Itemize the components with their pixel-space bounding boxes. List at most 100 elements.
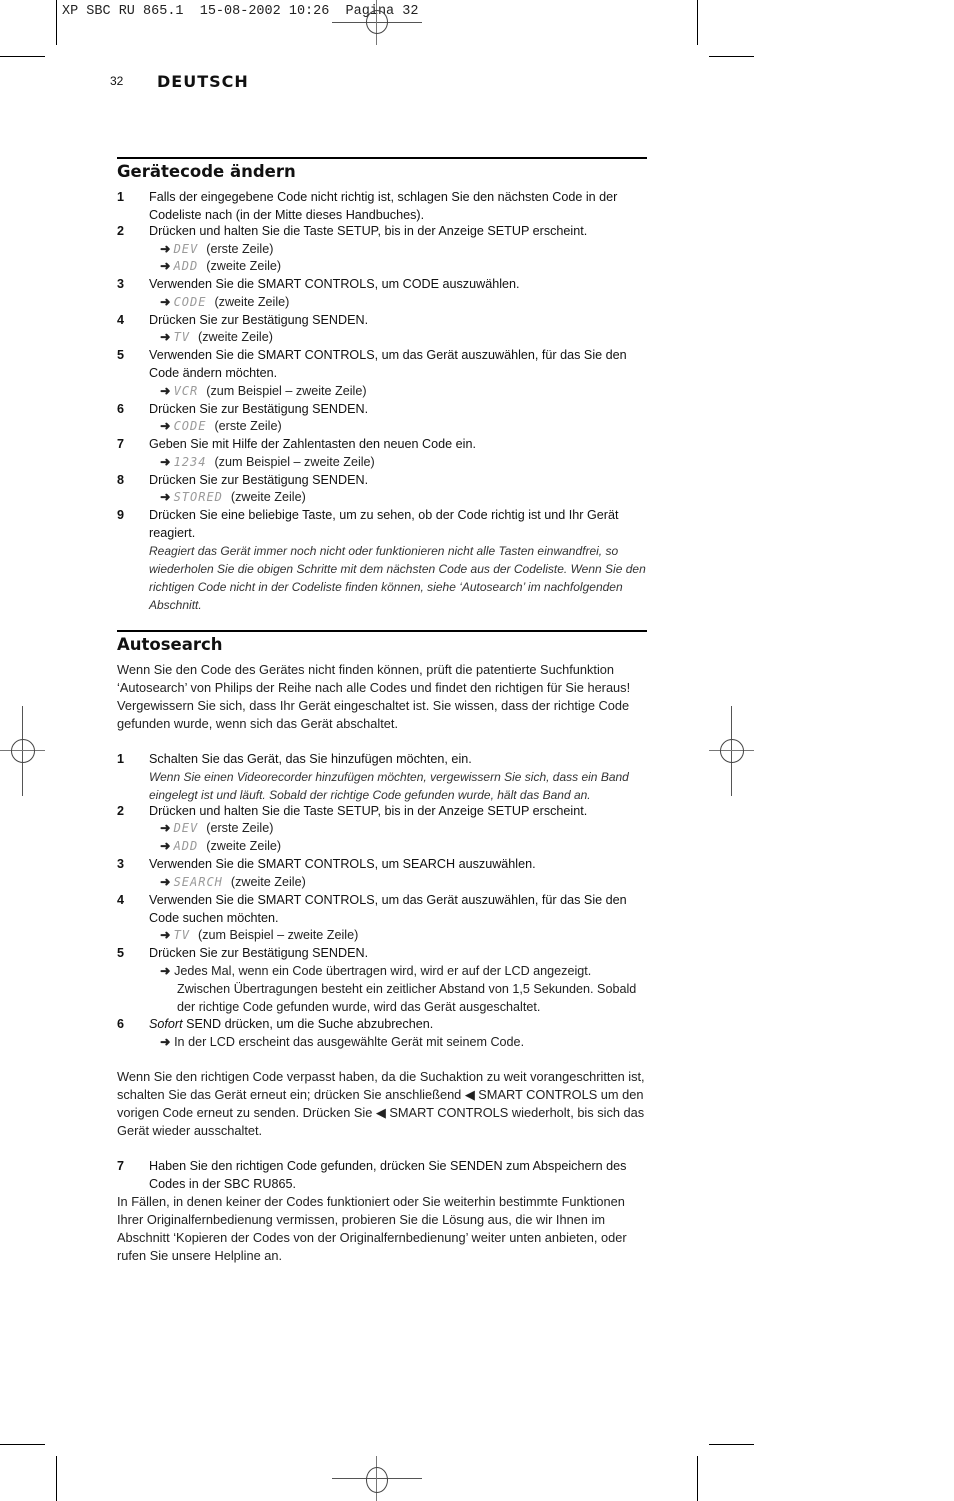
arrow-icon: ➜ bbox=[160, 821, 171, 835]
arrow-icon: ➜ bbox=[160, 384, 171, 398]
lcd-text: ADD bbox=[173, 839, 199, 853]
result-line: ➜ VCR (zum Beispiel – zweite Zeile) bbox=[160, 382, 367, 400]
step-text: Schalten Sie das Gerät, das Sie hinzufüg… bbox=[149, 752, 472, 766]
arrow-icon: ➜ bbox=[160, 242, 171, 256]
step-number: 3 bbox=[117, 277, 125, 291]
closing-paragraph: In Fällen, in denen keiner der Codes fun… bbox=[117, 1194, 627, 1263]
step-text: Falls der eingegebene Code nicht richtig… bbox=[149, 190, 618, 222]
result-line: ➜ ADD (zweite Zeile) bbox=[160, 837, 281, 855]
result-note: (zweite Zeile) bbox=[198, 330, 273, 344]
step-note: Reagiert das Gerät immer noch nicht oder… bbox=[149, 544, 646, 612]
list-item: 6 Drücken Sie zur Bestätigung SENDEN. bbox=[117, 400, 647, 418]
list-item: 5 Verwenden Sie die SMART CONTROLS, um da… bbox=[117, 346, 647, 382]
result-line: ➜ DEV (erste Zeile) bbox=[160, 240, 273, 258]
step-number: 7 bbox=[117, 437, 125, 451]
list-item: 4 Drücken Sie zur Bestätigung SENDEN. bbox=[117, 311, 647, 329]
section-rule bbox=[117, 157, 647, 159]
arrow-icon: ➜ bbox=[160, 490, 171, 504]
lcd-text: SEARCH bbox=[173, 875, 223, 889]
step-number: 4 bbox=[117, 893, 125, 907]
result-note: (zweite Zeile) bbox=[214, 295, 290, 309]
result-note: (zweite Zeile) bbox=[206, 259, 282, 273]
crop-mark-top-left-h bbox=[0, 56, 45, 57]
result-line: ➜ ADD (zweite Zeile) bbox=[160, 257, 281, 275]
list-item: 5 Drücken Sie zur Bestätigung SENDEN. bbox=[117, 944, 647, 962]
lcd-text: CODE bbox=[173, 295, 207, 309]
step-text: Verwenden Sie die SMART CONTROLS, um das… bbox=[149, 348, 627, 380]
step-text: Drücken Sie eine beliebige Taste, um zu … bbox=[149, 508, 619, 540]
arrow-icon: ➜ bbox=[160, 419, 171, 433]
registration-mark-bottom-circle bbox=[366, 1467, 388, 1493]
result-line: ➜ STORED (zweite Zeile) bbox=[160, 488, 306, 506]
section-title-autosearch: Autosearch bbox=[117, 635, 223, 654]
result-note: (zum Beispiel – zweite Zeile) bbox=[206, 384, 367, 398]
result-note: (zum Beispiel – zweite Zeile) bbox=[214, 455, 375, 469]
missed-code-paragraph: Wenn Sie den richtigen Code verpasst hab… bbox=[117, 1069, 645, 1138]
lcd-text: ADD bbox=[173, 259, 199, 273]
step-number: 4 bbox=[117, 313, 125, 327]
result-line: ➜ 1234 (zum Beispiel – zweite Zeile) bbox=[160, 453, 375, 471]
list-item: 1 Schalten Sie das Gerät, das Sie hinzufü… bbox=[117, 750, 647, 768]
step-text: Drücken Sie zur Bestätigung SENDEN. bbox=[149, 473, 369, 487]
lcd-text: TV bbox=[173, 928, 191, 942]
arrow-icon: ➜ bbox=[160, 964, 171, 978]
list-item: 4 Verwenden Sie die SMART CONTROLS, um da… bbox=[117, 891, 647, 927]
step-number: 7 bbox=[117, 1159, 125, 1173]
lcd-text: STORED bbox=[173, 490, 223, 504]
step-text: Drücken Sie zur Bestätigung SENDEN. bbox=[149, 946, 369, 960]
list-item: 3 Verwenden Sie die SMART CONTROLS, um CO… bbox=[117, 275, 647, 293]
registration-mark-left-circle bbox=[11, 739, 35, 763]
step-text: Drücken Sie zur Bestätigung SENDEN. bbox=[149, 402, 369, 416]
list-item: 6 Sofort SEND drücken, um die Suche abzub… bbox=[117, 1015, 647, 1033]
list-item: 2 Drücken und halten Sie die Taste SETUP,… bbox=[117, 802, 647, 820]
result-note: (zweite Zeile) bbox=[230, 490, 306, 504]
result-note: (zum Beispiel – zweite Zeile) bbox=[198, 928, 359, 942]
crop-mark-bottom-right-v bbox=[697, 1456, 698, 1501]
section-title-geraetecode: Gerätecode ändern bbox=[117, 162, 296, 181]
lcd-text: VCR bbox=[173, 384, 199, 398]
result-note: (erste Zeile) bbox=[206, 821, 274, 835]
step-text: Geben Sie mit Hilfe der Zahlentasten den… bbox=[149, 437, 476, 451]
crop-mark-top-right-v bbox=[697, 0, 698, 45]
crop-mark-top-left-v bbox=[56, 0, 57, 45]
arrow-icon: ➜ bbox=[160, 1035, 171, 1049]
step-number: 2 bbox=[117, 224, 125, 238]
step-text: Verwenden Sie die SMART CONTROLS, um COD… bbox=[149, 277, 520, 291]
step-text: Verwenden Sie die SMART CONTROLS, um das… bbox=[149, 893, 627, 925]
crop-mark-bottom-right-h bbox=[709, 1444, 754, 1445]
step-text: Verwenden Sie die SMART CONTROLS, um SEA… bbox=[149, 857, 536, 871]
result-line: ➜ DEV (erste Zeile) bbox=[160, 819, 273, 837]
result-note: (erste Zeile) bbox=[214, 419, 282, 433]
arrow-icon: ➜ bbox=[160, 455, 171, 469]
step-number: 5 bbox=[117, 348, 125, 362]
result-line: ➜ CODE (zweite Zeile) bbox=[160, 293, 289, 311]
list-item: 9 Drücken Sie eine beliebige Taste, um zu… bbox=[117, 506, 647, 542]
step-number: 8 bbox=[117, 473, 125, 487]
arrow-icon: ➜ bbox=[160, 928, 171, 942]
result-note: (erste Zeile) bbox=[206, 242, 274, 256]
list-item: 2 Drücken und halten Sie die Taste SETUP,… bbox=[117, 222, 647, 240]
list-item: 3 Verwenden Sie die SMART CONTROLS, um SE… bbox=[117, 855, 647, 873]
step-text: Drücken Sie zur Bestätigung SENDEN. bbox=[149, 313, 369, 327]
step-number: 5 bbox=[117, 946, 125, 960]
crop-mark-bottom-left-v bbox=[56, 1456, 57, 1501]
list-item: 7 Haben Sie den richtigen Code gefunden, … bbox=[117, 1157, 647, 1193]
result-text: In der LCD erscheint das ausgewählte Ger… bbox=[174, 1035, 525, 1049]
step-text: Haben Sie den richtigen Code gefunden, d… bbox=[149, 1159, 627, 1191]
section-rule bbox=[117, 630, 647, 632]
arrow-icon: ➜ bbox=[160, 259, 171, 273]
list-item: 1 Falls der eingegebene Code nicht richti… bbox=[117, 188, 647, 224]
autosearch-intro: Wenn Sie den Code des Gerätes nicht find… bbox=[117, 662, 631, 731]
print-slug: XP SBC RU 865.1 15-08-2002 10:26 Pagina … bbox=[62, 4, 419, 19]
result-line: ➜ In der LCD erscheint das ausgewählte G… bbox=[160, 1033, 640, 1051]
step-text: Drücken und halten Sie die Taste SETUP, … bbox=[149, 804, 588, 818]
result-text: Jedes Mal, wenn ein Code übertragen wird… bbox=[174, 964, 637, 1014]
lcd-text: TV bbox=[173, 330, 191, 344]
result-line: ➜ SEARCH (zweite Zeile) bbox=[160, 873, 306, 891]
lcd-text: DEV bbox=[173, 821, 199, 835]
registration-mark-right-circle bbox=[720, 739, 744, 763]
crop-mark-bottom-left-h bbox=[0, 1444, 45, 1445]
list-item: 8 Drücken Sie zur Bestätigung SENDEN. bbox=[117, 471, 647, 489]
arrow-icon: ➜ bbox=[160, 295, 171, 309]
result-line: ➜ Jedes Mal, wenn ein Code übertragen wi… bbox=[160, 962, 640, 1016]
